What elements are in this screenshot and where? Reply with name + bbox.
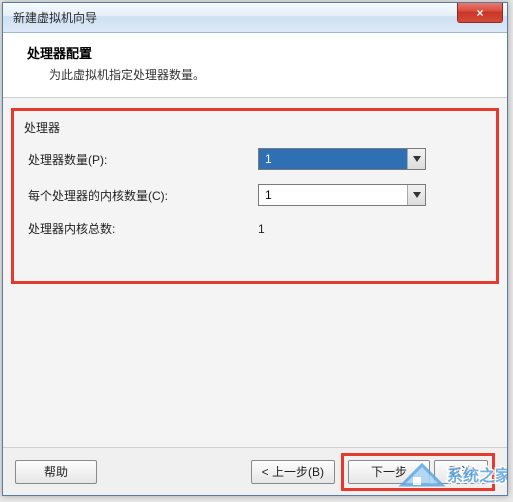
page-title: 处理器配置	[27, 43, 487, 62]
label-total-cores: 处理器内核总数:	[28, 220, 258, 237]
wizard-window: 新建虚拟机向导 × 处理器配置 为此虚拟机指定处理器数量。 处理器 处理器数量(…	[2, 2, 508, 496]
row-cpu-count: 处理器数量(P): 1	[24, 148, 486, 170]
chevron-down-icon	[413, 192, 421, 198]
label-cores-per-cpu: 每个处理器的内核数量(C):	[28, 187, 258, 204]
combo-cpu-count[interactable]: 1	[258, 148, 426, 170]
row-cores-per-cpu: 每个处理器的内核数量(C): 1	[24, 184, 486, 206]
back-button[interactable]: < 上一步(B)	[251, 460, 335, 484]
wizard-footer: 帮助 < 上一步(B) 下一步 取消 系统之家	[3, 447, 507, 495]
value-total-cores: 1	[258, 222, 265, 236]
combo-cpu-count-value: 1	[259, 152, 407, 166]
page-subtitle: 为此虚拟机指定处理器数量。	[27, 66, 487, 83]
close-button[interactable]: ×	[457, 3, 503, 23]
titlebar: 新建虚拟机向导 ×	[3, 3, 507, 33]
help-button[interactable]: 帮助	[15, 460, 97, 484]
wizard-content: 处理器 处理器数量(P): 1 每个处理器的内核数量(C): 1	[3, 98, 507, 447]
chevron-down-icon	[413, 156, 421, 162]
row-total-cores: 处理器内核总数: 1	[24, 220, 486, 237]
combo-cores-per-cpu[interactable]: 1	[258, 184, 426, 206]
next-button[interactable]: 下一步	[348, 460, 430, 484]
wizard-header: 处理器配置 为此虚拟机指定处理器数量。	[3, 33, 507, 98]
group-label-processors: 处理器	[24, 119, 486, 136]
close-icon: ×	[476, 6, 483, 20]
combo-cores-per-cpu-value: 1	[259, 188, 407, 202]
window-title: 新建虚拟机向导	[13, 9, 97, 26]
combo-cores-per-cpu-button[interactable]	[407, 185, 425, 205]
cancel-button[interactable]: 取消	[434, 460, 488, 484]
label-cpu-count: 处理器数量(P):	[28, 151, 258, 168]
annotation-highlight-next: 下一步 取消	[341, 453, 495, 491]
combo-cpu-count-button[interactable]	[407, 149, 425, 169]
annotation-highlight-box: 处理器 处理器数量(P): 1 每个处理器的内核数量(C): 1	[11, 108, 499, 284]
